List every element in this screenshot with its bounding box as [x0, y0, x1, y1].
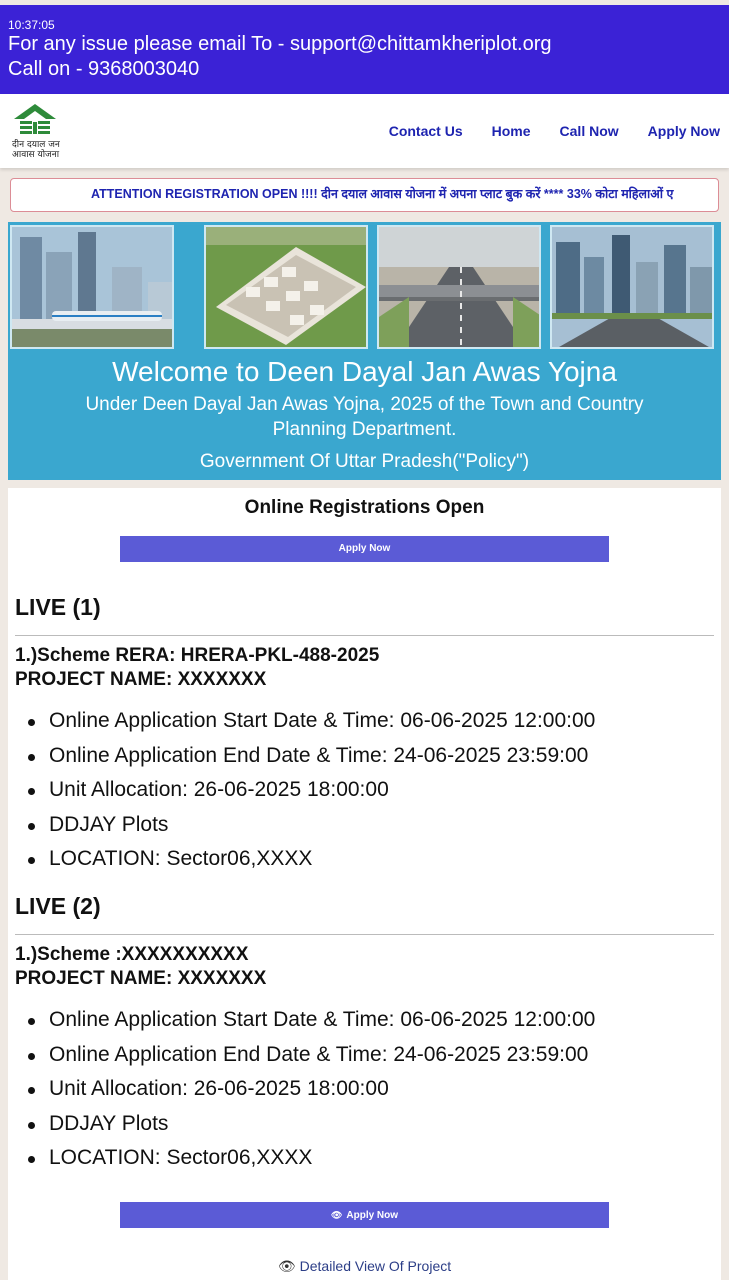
nav-home[interactable]: Home [492, 123, 531, 139]
announcement-ticker: ATTENTION REGISTRATION OPEN !!!! दीन दया… [10, 178, 719, 212]
list-item: DDJAY Plots [25, 1107, 595, 1142]
hero-photo-township [204, 225, 368, 349]
ticker-text: ATTENTION REGISTRATION OPEN !!!! दीन दया… [91, 187, 674, 201]
list-item: LOCATION: Sector06,XXXX [25, 1141, 595, 1176]
eye-icon: 👁 [330, 1210, 343, 1220]
hero-photo-metro [10, 225, 174, 349]
hero-government: Government Of Uttar Pradesh("Policy") [199, 451, 530, 472]
list-item: Unit Allocation: 26-06-2025 18:00:00 [25, 1072, 595, 1107]
hero-title: Welcome to Deen Dayal Jan Awas Yojna [112, 356, 617, 387]
main-content: Online Registrations Open Apply Now LIVE… [8, 488, 721, 1280]
nav-apply-now[interactable]: Apply Now [648, 123, 720, 139]
hero-photo-highway [377, 225, 541, 349]
house-logo-icon [14, 104, 56, 134]
eye-icon: 👁 [277, 1258, 296, 1274]
nav-contact-us[interactable]: Contact Us [389, 123, 463, 139]
nav-menu: Contact Us Home Call Now Apply Now [360, 123, 720, 139]
divider [15, 934, 714, 935]
hero-subtitle: Under Deen Dayal Jan Awas Yojna, 2025 of… [85, 394, 644, 440]
list-item: LOCATION: Sector06,XXXX [25, 842, 595, 877]
list-item: Online Application Start Date & Time: 06… [25, 1003, 595, 1038]
list-item: Online Application Start Date & Time: 06… [25, 704, 595, 739]
live-1-heading: LIVE (1) [15, 594, 101, 620]
apply-now-button[interactable]: Apply Now [120, 536, 609, 562]
support-banner: 10:37:05 For any issue please email To -… [0, 5, 729, 94]
support-call-text: Call on - 9368003040 [8, 58, 200, 80]
list-item: Online Application End Date & Time: 24-0… [25, 739, 595, 774]
logo-caption: दीन दयाल जन आवास योजना [12, 140, 60, 160]
detailed-view-link[interactable]: 👁 Detailed View Of Project [8, 1258, 721, 1275]
site-logo[interactable]: दीन दयाल जन आवास योजना [12, 102, 68, 162]
live-2-scheme: 1.)Scheme :XXXXXXXXXX PROJECT NAME: XXXX… [15, 944, 267, 989]
live-2-heading: LIVE (2) [15, 893, 101, 919]
registration-title: Online Registrations Open [244, 497, 485, 518]
support-email-text: For any issue please email To - support@… [8, 33, 552, 55]
hero-photo-city [550, 225, 714, 349]
list-item: DDJAY Plots [25, 808, 595, 843]
list-item: Unit Allocation: 26-06-2025 18:00:00 [25, 773, 595, 808]
apply-now-bottom-button[interactable]: 👁 Apply Now [120, 1202, 609, 1228]
hero-section: Welcome to Deen Dayal Jan Awas Yojna Und… [8, 222, 721, 480]
live-1-scheme: 1.)Scheme RERA: HRERA-PKL-488-2025 PROJE… [15, 645, 380, 690]
divider [15, 635, 714, 636]
live-2-details: Online Application Start Date & Time: 06… [25, 1003, 595, 1176]
live-1-details: Online Application Start Date & Time: 06… [25, 704, 595, 877]
site-header: दीन दयाल जन आवास योजना Contact Us Home C… [0, 94, 729, 168]
nav-call-now[interactable]: Call Now [560, 123, 619, 139]
list-item: Online Application End Date & Time: 24-0… [25, 1038, 595, 1073]
status-time: 10:37:05 [8, 18, 55, 32]
